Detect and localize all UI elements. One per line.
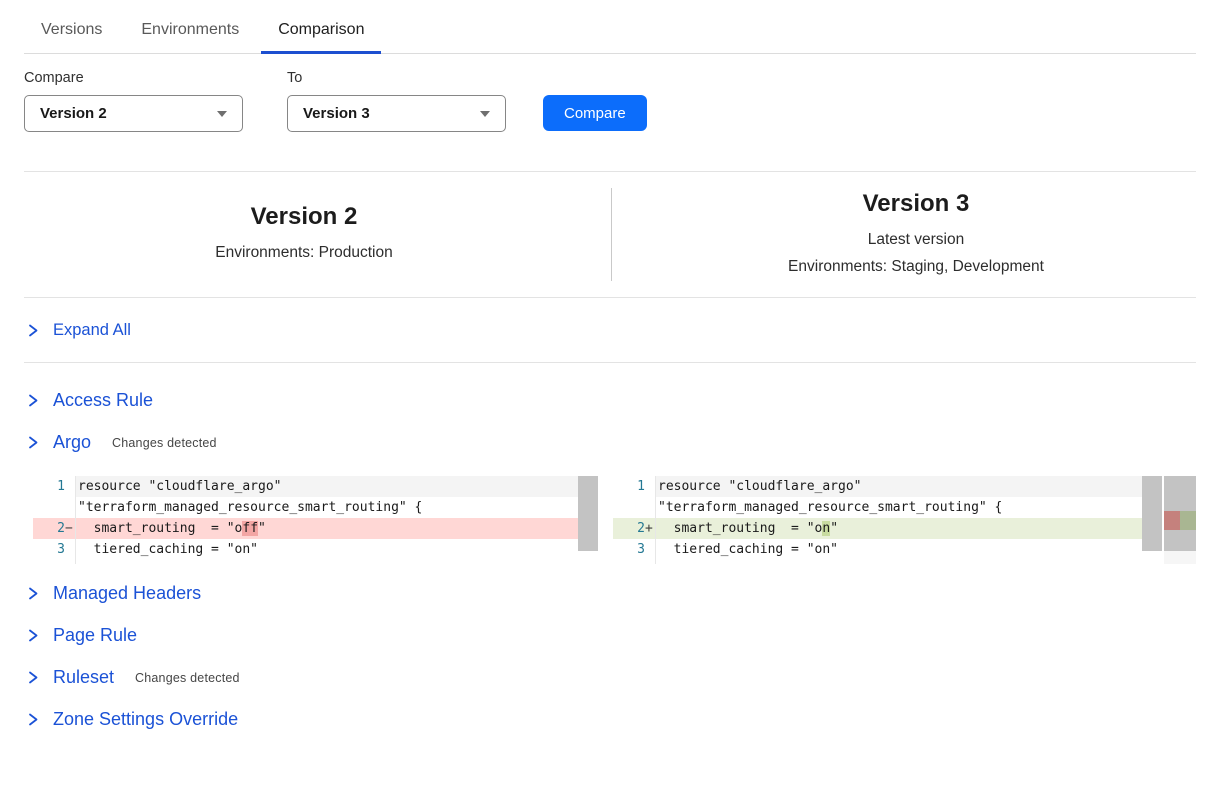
section-label: Argo [53,432,91,453]
tab-environments[interactable]: Environments [124,13,256,54]
comparison-page: Versions Environments Comparison Compare… [0,0,1224,731]
diff-line: } [33,560,578,564]
chevron-right-icon [27,712,39,727]
code-text: smart_routing = "off" [76,518,578,539]
section-managed-headers[interactable]: Managed Headers [24,582,1196,605]
diff-line: } [613,560,1142,564]
code-text: } [656,560,1142,564]
version-left-header: Version 2 Environments: Production [24,172,584,297]
diff-sign [645,497,655,518]
compare-form: Compare Version 2 To Version 3 Compare [24,54,1196,132]
chevron-right-icon [27,628,39,643]
diff-overview-ruler [1164,476,1196,564]
right-version-title: Version 3 [636,190,1196,218]
code-text: "terraform_managed_resource_smart_routin… [656,497,1142,518]
changes-detected-badge: Changes detected [112,436,217,450]
tab-bar: Versions Environments Comparison [24,0,1196,54]
ruler-removed-marker [1164,511,1180,530]
section-label: Ruleset [53,667,114,688]
inline-diff-highlight: ff [242,521,258,536]
scrollbar-thumb[interactable] [578,476,598,551]
line-number: 2 [637,518,645,539]
diff-line-wrap: "terraform_managed_resource_smart_routin… [33,497,578,518]
diff-line-removed: 2− smart_routing = "off" [33,518,578,539]
chevron-right-icon [27,393,39,408]
code-text: } [76,560,578,564]
left-editor-scrollbar[interactable] [578,476,598,564]
version-right-header: Version 3 Latest version Environments: S… [584,172,1196,297]
code-text: tiered_caching = "on" [656,539,1142,560]
section-page-rule[interactable]: Page Rule [24,624,1196,647]
diff-line-added: 2+ smart_routing = "on" [613,518,1142,539]
diff-sign [645,539,655,560]
argo-diff-preview: 1 resource "cloudflare_argo" "terraform_… [33,476,1196,564]
section-ruleset[interactable]: Ruleset Changes detected [24,666,1196,689]
code-text: tiered_caching = "on" [76,539,578,560]
resource-sections: Access Rule Argo Changes detected 1 reso… [24,389,1196,731]
diff-left-editor: 1 resource "cloudflare_argo" "terraform_… [33,476,598,564]
compare-from-label: Compare [24,70,243,86]
diff-sign [65,539,75,560]
tab-versions[interactable]: Versions [24,13,119,54]
diff-sign [645,476,655,497]
chevron-down-icon [480,111,490,117]
compare-from-select[interactable]: Version 2 [24,95,243,132]
vertical-divider [611,188,612,281]
diff-line: 3 tiered_caching = "on" [33,539,578,560]
compare-to-select[interactable]: Version 3 [287,95,506,132]
right-version-environments: Environments: Staging, Development [636,253,1196,280]
section-access-rule[interactable]: Access Rule [24,389,1196,412]
section-argo[interactable]: Argo Changes detected [24,431,1196,454]
line-number: 1 [637,476,645,497]
diff-sign: + [645,518,655,539]
scrollbar-thumb[interactable] [1142,476,1162,551]
line-number: 1 [57,476,65,497]
left-version-environments: Environments: Production [24,239,584,266]
chevron-right-icon [27,435,39,450]
section-label: Managed Headers [53,583,201,604]
compare-to-label: To [287,70,506,86]
comparison-header: Version 2 Environments: Production Versi… [24,171,1196,298]
diff-sign: − [65,518,75,539]
ruler-added-marker [1180,511,1196,530]
expand-all-label: Expand All [53,321,131,340]
diff-line-wrap: "terraform_managed_resource_smart_routin… [613,497,1142,518]
chevron-right-icon [27,670,39,685]
diff-left-content: 1 resource "cloudflare_argo" "terraform_… [33,476,578,564]
diff-sign [65,497,75,518]
line-number: 3 [637,539,645,560]
section-label: Access Rule [53,390,153,411]
diff-sign [65,476,75,497]
diff-line: 1 resource "cloudflare_argo" [613,476,1142,497]
section-zone-settings-override[interactable]: Zone Settings Override [24,708,1196,731]
left-version-title: Version 2 [24,203,584,231]
compare-to-field: To Version 3 [287,54,506,132]
chevron-right-icon [27,586,39,601]
diff-line: 1 resource "cloudflare_argo" [33,476,578,497]
chevron-right-icon [27,323,39,338]
right-version-latest-label: Latest version [636,226,1196,253]
compare-to-value: Version 3 [303,105,370,122]
tab-comparison[interactable]: Comparison [261,13,381,54]
changes-detected-badge: Changes detected [135,671,240,685]
code-text: resource "cloudflare_argo" [656,476,1142,497]
code-text: smart_routing = "on" [656,518,1142,539]
diff-sign [65,560,75,564]
line-number: 2 [57,518,65,539]
compare-button[interactable]: Compare [543,95,647,131]
right-editor-scrollbar[interactable] [1142,476,1162,564]
diff-right-editor: 1 resource "cloudflare_argo" "terraform_… [613,476,1196,564]
diff-line: 3 tiered_caching = "on" [613,539,1142,560]
chevron-down-icon [217,111,227,117]
compare-from-value: Version 2 [40,105,107,122]
code-text: resource "cloudflare_argo" [76,476,578,497]
code-text: "terraform_managed_resource_smart_routin… [76,497,578,518]
expand-all-toggle[interactable]: Expand All [24,298,1196,363]
section-label: Zone Settings Override [53,709,238,730]
section-label: Page Rule [53,625,137,646]
diff-sign [645,560,655,564]
diff-right-content: 1 resource "cloudflare_argo" "terraform_… [613,476,1142,564]
line-number: 3 [57,539,65,560]
compare-from-field: Compare Version 2 [24,54,243,132]
